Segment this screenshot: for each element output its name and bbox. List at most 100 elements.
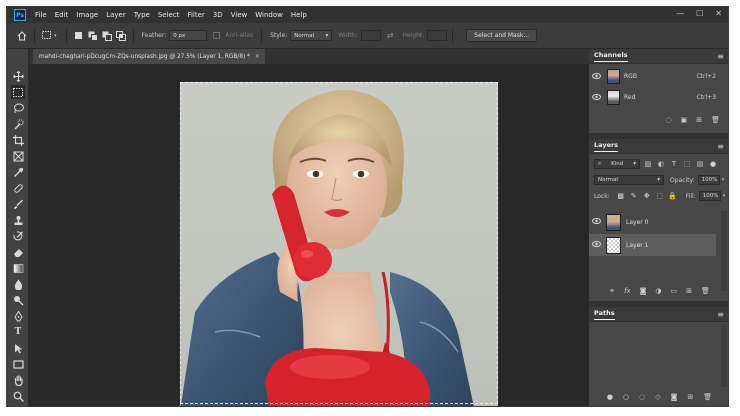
style-select[interactable]: Normal ▾ [290,30,333,41]
maximize-button[interactable]: ☐ [696,9,703,18]
more-tools-icon[interactable]: ··· [11,405,25,406]
menu-view[interactable]: View [227,11,252,19]
menu-image[interactable]: Image [72,11,102,19]
paths-tab[interactable]: Paths [594,309,615,320]
delete-icon[interactable]: 🗑 [711,116,720,124]
canvas-area[interactable] [29,64,589,406]
crop-icon[interactable] [11,133,25,147]
eyedropper-icon[interactable] [11,165,25,179]
lasso-icon[interactable] [11,101,25,115]
document-tab[interactable]: mahdi-chaghari-pDcugCm-ZQs-unsplash.jpg … [33,49,265,64]
close-tab-icon[interactable]: × [255,54,260,60]
add-to-selection-icon[interactable] [86,29,100,43]
filter-adjustment-icon[interactable]: ◐ [656,159,666,169]
filter-pixel-icon[interactable]: ▨ [643,159,653,169]
eye-icon[interactable] [589,72,603,81]
load-selection-icon[interactable]: ◌ [666,116,672,124]
eye-icon[interactable] [589,93,603,102]
menu-layer[interactable]: Layer [102,11,130,19]
new-group-icon[interactable]: ▭ [671,287,678,295]
gradient-icon[interactable] [11,261,25,275]
load-path-as-selection-icon[interactable]: ◌ [639,393,645,401]
layers-tab[interactable]: Layers [594,141,619,152]
eye-icon[interactable] [589,218,603,226]
opacity-input[interactable]: 100% [697,175,720,185]
chevron-down-icon[interactable]: ▾ [723,193,726,199]
menu-edit[interactable]: Edit [51,11,73,19]
layers-scrollbar[interactable] [721,211,727,291]
pen-icon[interactable] [11,309,25,323]
fill-path-icon[interactable]: ● [607,393,613,401]
blend-mode-select[interactable]: Normal ▾ [594,175,664,185]
layer-name[interactable]: Layer 1 [626,242,648,249]
feather-input[interactable]: 0 px [169,30,208,41]
add-mask-icon[interactable]: ◙ [671,393,678,401]
new-selection-icon[interactable] [72,29,86,43]
close-button[interactable]: ✕ [715,9,722,18]
delete-icon[interactable]: 🗑 [701,287,710,295]
eraser-icon[interactable] [11,245,25,259]
lock-all-icon[interactable]: 🔒 [668,191,678,201]
menu-type[interactable]: Type [130,11,154,19]
clone-stamp-icon[interactable] [11,213,25,227]
new-layer-icon[interactable]: ⊞ [686,287,692,295]
path-selection-icon[interactable] [11,341,25,355]
paths-scrollbar[interactable] [721,325,727,387]
layer-row-layer-0[interactable]: Layer 0 [589,211,716,233]
blur-icon[interactable] [11,277,25,291]
channels-tab[interactable]: Channels [594,51,628,62]
layer-name[interactable]: Layer 0 [626,219,648,226]
rect-marquee-tool[interactable] [11,85,25,99]
lock-artboard-icon[interactable]: ⬚ [655,191,665,201]
filter-shape-icon[interactable]: ⬚ [682,159,692,169]
type-icon[interactable]: T [11,325,25,339]
fill-input[interactable]: 100% [698,191,721,201]
width-input[interactable] [360,30,381,41]
move-icon[interactable] [11,69,25,83]
lock-image-icon[interactable]: ✎ [629,191,639,201]
zoom-icon[interactable] [11,389,25,403]
quick-selection-icon[interactable] [11,117,25,131]
new-path-icon[interactable]: ⊞ [687,393,693,401]
panel-menu-icon[interactable]: ≡ [717,142,724,151]
adjustment-layer-icon[interactable]: ◑ [655,287,661,295]
menu-help[interactable]: Help [287,11,311,19]
menu-select[interactable]: Select [154,11,184,19]
home-icon[interactable] [15,29,29,43]
link-layers-icon[interactable]: ⚭ [609,287,615,295]
intersect-selection-icon[interactable] [114,29,128,43]
kind-filter-select[interactable]: ⌕ Kind ▾ [594,159,640,169]
lock-position-icon[interactable]: ✥ [642,191,652,201]
subtract-from-selection-icon[interactable] [100,29,114,43]
filter-type-icon[interactable]: T [669,159,679,169]
lock-transparent-icon[interactable]: ▩ [616,191,626,201]
history-brush-icon[interactable] [11,229,25,243]
menu-3d[interactable]: 3D [209,11,227,19]
frame-icon[interactable] [11,149,25,163]
channel-row-rgb[interactable]: RGB Ctrl+2 [589,67,728,86]
height-input[interactable] [427,30,448,41]
eye-icon[interactable] [589,241,603,249]
save-selection-icon[interactable]: ▣ [681,116,688,124]
panel-menu-icon[interactable]: ≡ [717,310,724,319]
menu-window[interactable]: Window [251,11,287,19]
new-channel-icon[interactable]: ⊞ [696,116,702,124]
channel-row-red[interactable]: Red Ctrl+3 [589,88,728,107]
fx-icon[interactable]: fx [624,287,631,295]
make-work-path-icon[interactable]: ◇ [655,393,660,401]
rect-marquee-icon[interactable] [40,29,54,43]
brush-icon[interactable] [11,197,25,211]
rectangle-shape-icon[interactable] [11,357,25,371]
hand-icon[interactable] [11,373,25,387]
menu-filter[interactable]: Filter [183,11,208,19]
healing-brush-icon[interactable] [11,181,25,195]
minimize-button[interactable]: — [676,9,684,18]
menu-file[interactable]: File [31,11,51,19]
delete-icon[interactable]: 🗑 [703,393,712,401]
filter-smart-object-icon[interactable]: ▤ [695,159,705,169]
select-and-mask-button[interactable]: Select and Mask... [466,29,538,42]
add-mask-icon[interactable]: ◙ [640,287,647,295]
dodge-icon[interactable] [11,293,25,307]
stroke-path-icon[interactable]: ○ [623,393,629,401]
chevron-down-icon[interactable]: ▾ [722,177,725,183]
